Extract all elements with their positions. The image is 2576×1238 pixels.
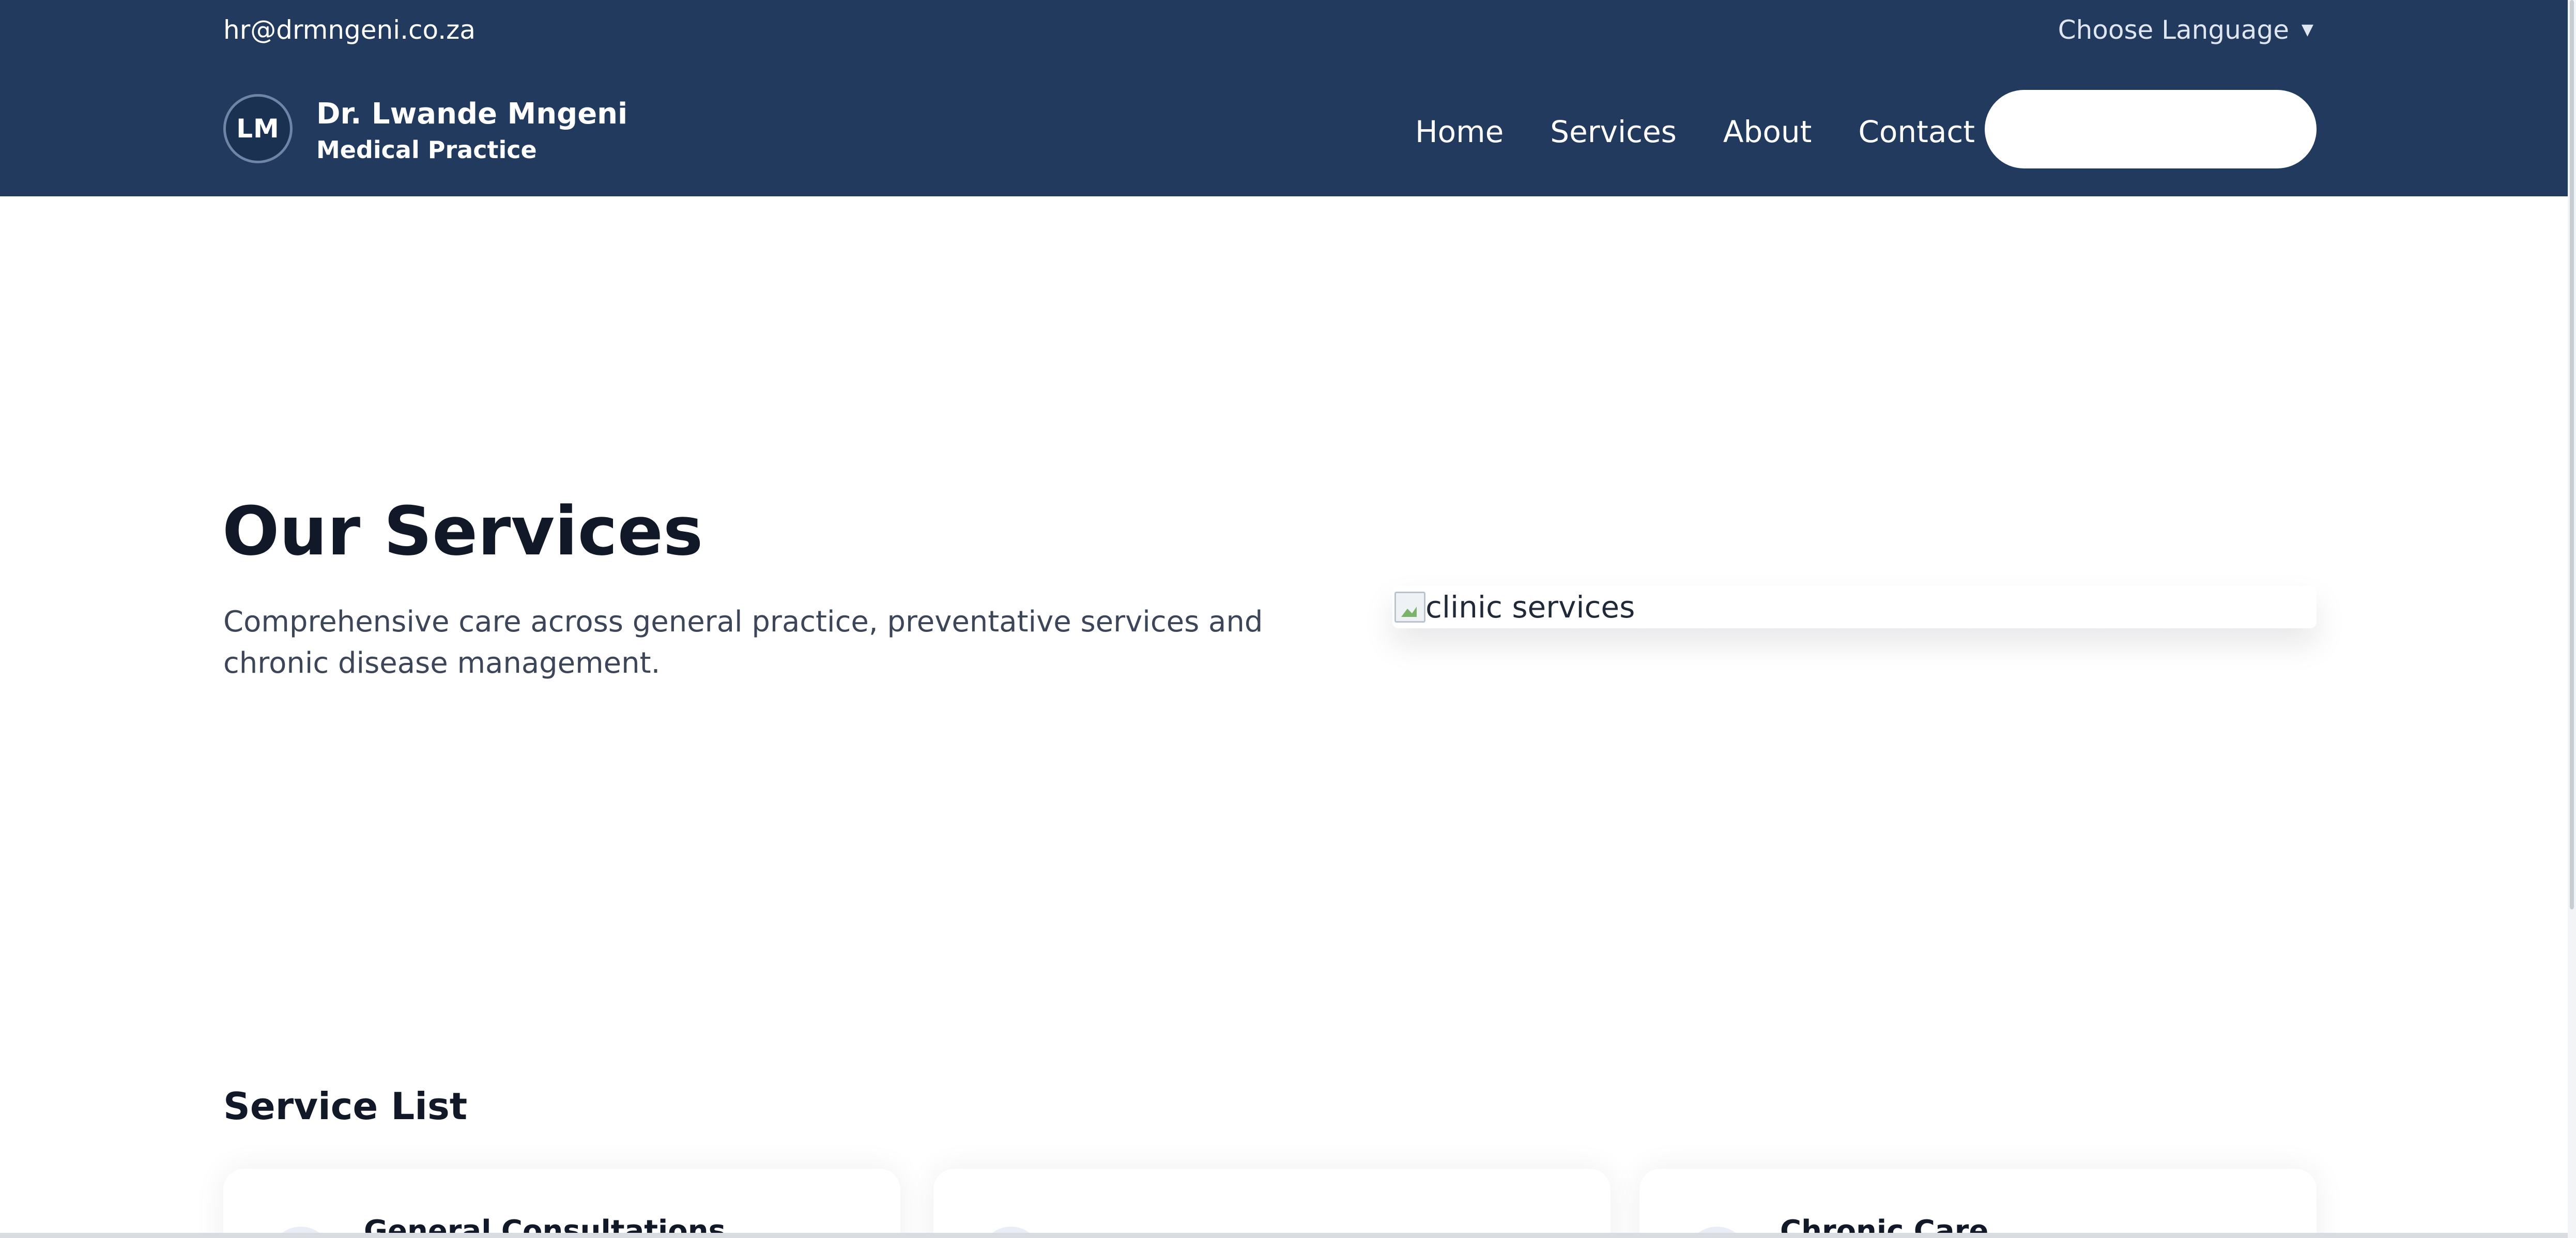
brand-subtitle: Medical Practice	[316, 136, 537, 164]
email-link[interactable]: hr@drmngeni.co.za	[223, 13, 476, 47]
cta-button[interactable]	[1985, 90, 2317, 168]
broken-image-icon	[1394, 592, 1425, 623]
nav-about[interactable]: About	[1723, 113, 1812, 151]
page-description: Comprehensive care across general practi…	[223, 605, 1263, 680]
hero-image-alt: clinic services	[1425, 590, 1635, 625]
service-list-title: Service List	[223, 1085, 468, 1128]
brand-name[interactable]: Dr. Lwande Mngeni	[316, 96, 627, 132]
nav-home[interactable]: Home	[1415, 113, 1504, 151]
divider	[0, 1233, 2576, 1238]
scrollbar-thumb[interactable]	[2570, 0, 2574, 909]
service-card[interactable]	[933, 1169, 1611, 1238]
chevron-down-icon: ▼	[2301, 21, 2313, 39]
language-label: Choose Language	[2058, 15, 2289, 45]
language-selector[interactable]: Choose Language ▼	[2058, 13, 2313, 47]
page-title: Our Services	[222, 492, 703, 570]
page: hr@drmngeni.co.za Choose Language ▼ LM D…	[0, 0, 2576, 1238]
nav-services[interactable]: Services	[1550, 113, 1677, 151]
site-header: hr@drmngeni.co.za Choose Language ▼ LM D…	[0, 0, 2568, 196]
nav-contact[interactable]: Contact	[1858, 113, 1975, 151]
service-card[interactable]: Chronic Care	[1639, 1169, 2317, 1238]
main-nav: Home Services About Contact	[1415, 113, 1975, 151]
logo[interactable]: LM	[223, 94, 293, 163]
hero-image: clinic services	[1392, 586, 2317, 628]
service-card[interactable]: General Consultations	[223, 1169, 900, 1238]
scrollbar[interactable]	[2568, 0, 2576, 1238]
